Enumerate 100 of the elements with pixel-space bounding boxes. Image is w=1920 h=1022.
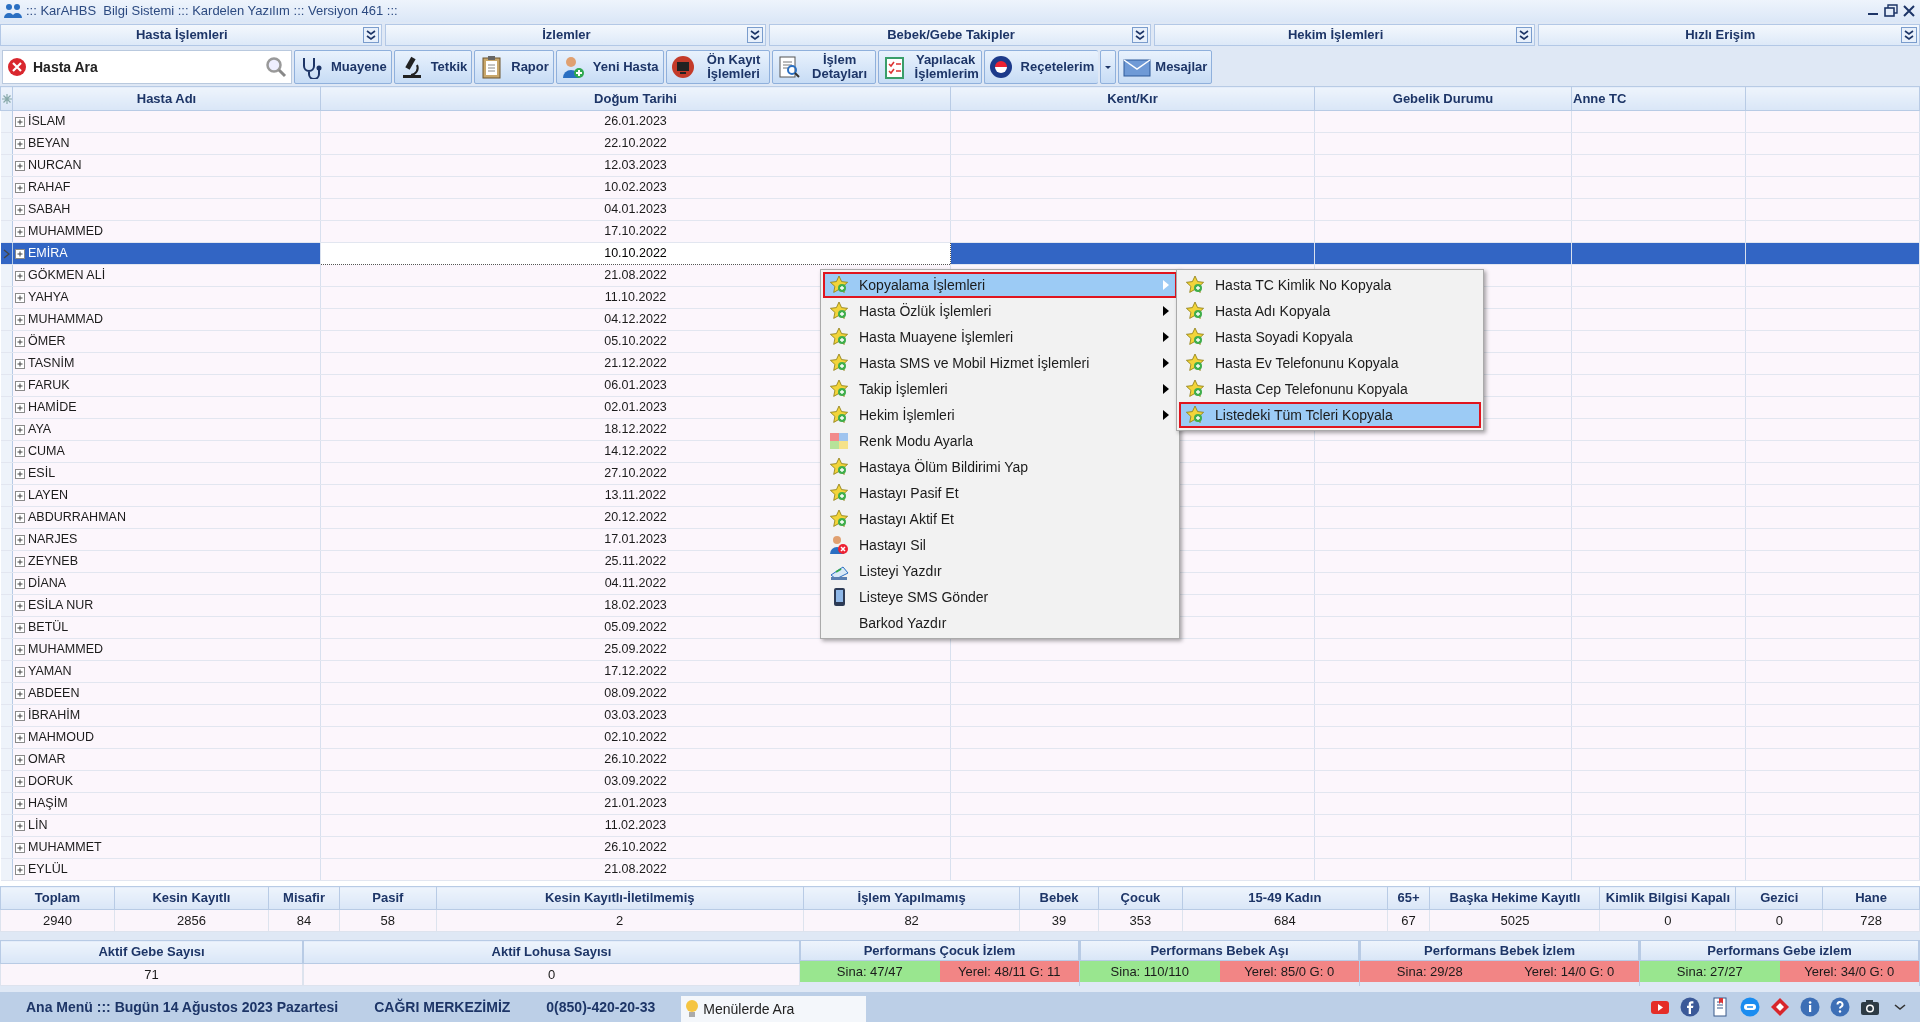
expand-button[interactable] <box>362 27 379 43</box>
close-icon[interactable] <box>1902 4 1916 18</box>
table-row[interactable]: MAHMOUD 02.10.2022 <box>0 726 1920 749</box>
stat-header: Bebek <box>1019 886 1099 909</box>
table-row[interactable]: YAMAN 17.12.2022 <box>0 660 1920 683</box>
menu-item[interactable]: Kopyalama İşlemleri <box>823 272 1177 298</box>
f-logo-icon[interactable] <box>1680 997 1700 1017</box>
expand-icon[interactable] <box>15 865 25 876</box>
table-cell: 03.09.2022 <box>320 770 951 793</box>
toolbar-button[interactable]: Ön Kayıt İşlemleri <box>665 50 770 84</box>
expand-icon[interactable] <box>15 447 25 458</box>
expand-icon[interactable] <box>15 381 25 392</box>
menu-item[interactable]: Hasta TC Kimlik No Kopyala <box>1179 272 1481 298</box>
table-cell: 17.10.2022 <box>320 220 951 243</box>
expand-icon[interactable] <box>15 337 25 348</box>
table-row[interactable]: İBRAHİM 03.03.2023 <box>0 704 1920 727</box>
expand-icon[interactable] <box>15 733 25 744</box>
expand-icon[interactable] <box>15 117 25 128</box>
info-icon[interactable] <box>1800 997 1820 1017</box>
expand-icon[interactable] <box>15 557 25 568</box>
table-row[interactable]: ABDEEN 08.09.2022 <box>0 682 1920 705</box>
patient-name: EMİRA <box>28 246 68 261</box>
toolbar-button[interactable]: İşlem Detayları <box>771 50 876 84</box>
column-header[interactable]: Kent/Kır <box>950 86 1315 111</box>
expand-icon[interactable] <box>15 513 25 524</box>
expand-button[interactable] <box>1131 27 1148 43</box>
menu-item[interactable]: Hasta Ev Telefonunu Kopyala <box>1179 350 1481 376</box>
menu-item[interactable]: Hasta Adı Kopyala <box>1179 298 1481 324</box>
column-header[interactable]: Hasta Adı <box>12 86 321 111</box>
expand-icon[interactable] <box>15 689 25 700</box>
expand-button[interactable] <box>1900 27 1917 43</box>
restore-icon[interactable] <box>1884 4 1898 18</box>
menu-item[interactable]: Hasta Cep Telefonunu Kopyala <box>1179 376 1481 402</box>
table-row[interactable]: EYLÜL 21.08.2022 <box>0 858 1920 881</box>
toolbar-button[interactable]: Muayene <box>294 50 392 84</box>
expand-icon[interactable] <box>15 601 25 612</box>
expand-icon[interactable] <box>15 161 25 172</box>
expand-icon[interactable] <box>15 425 25 436</box>
column-header[interactable]: Doğum Tarihi <box>320 86 951 111</box>
table-row[interactable]: SABAH 04.01.2023 <box>0 198 1920 221</box>
table-row[interactable]: HAŞİM 21.01.2023 <box>0 792 1920 815</box>
patient-name: NARJES <box>28 532 78 547</box>
expand-icon[interactable] <box>15 579 25 590</box>
expand-icon[interactable] <box>15 293 25 304</box>
menu-search-tab[interactable]: Menülerde Ara <box>681 996 867 1022</box>
expand-icon[interactable] <box>15 645 25 656</box>
expand-button[interactable] <box>1516 27 1533 43</box>
table-row[interactable]: RAHAF 10.02.2023 <box>0 176 1920 199</box>
expand-icon[interactable] <box>15 535 25 546</box>
expand-icon[interactable] <box>15 249 25 260</box>
expand-icon[interactable] <box>15 183 25 194</box>
expand-icon[interactable] <box>15 667 25 678</box>
table-row[interactable]: DORUK 03.09.2022 <box>0 770 1920 793</box>
expand-icon[interactable] <box>15 777 25 788</box>
expand-icon[interactable] <box>15 491 25 502</box>
table-row[interactable]: MUHAMMED 17.10.2022 <box>0 220 1920 243</box>
table-row[interactable]: LİN 11.02.2023 <box>0 814 1920 837</box>
expand-icon[interactable] <box>15 821 25 832</box>
expand-icon[interactable] <box>15 315 25 326</box>
toolbar-button[interactable]: Rapor <box>474 50 554 84</box>
menu-item[interactable]: Hasta Soyadi Kopyala <box>1179 324 1481 350</box>
table-row[interactable]: EMİRA 10.10.2022 <box>0 242 1920 265</box>
expand-icon[interactable] <box>15 403 25 414</box>
remote-link-icon[interactable] <box>1740 997 1760 1017</box>
diamond-icon[interactable] <box>1770 997 1790 1017</box>
table-row[interactable]: MUHAMMET 26.10.2022 <box>0 836 1920 859</box>
toolbar-button[interactable]: Reçetelerim <box>983 50 1099 84</box>
patient-name: YAHYA <box>28 290 69 305</box>
column-header[interactable]: Anne TC <box>1571 86 1746 111</box>
camera-icon[interactable] <box>1860 997 1880 1017</box>
performance-header: Performans Bebek Aşı <box>1080 940 1359 961</box>
toolbar-button[interactable]: Tetkik <box>393 50 473 84</box>
expand-icon[interactable] <box>15 271 25 282</box>
expand-icon[interactable] <box>15 843 25 854</box>
table-row[interactable]: BEYAN 22.10.2022 <box>0 132 1920 155</box>
column-header[interactable]: Gebelik Durumu <box>1314 86 1572 111</box>
expand-icon[interactable] <box>15 359 25 370</box>
table-row[interactable]: MUHAMMED 25.09.2022 <box>0 638 1920 661</box>
clear-icon[interactable] <box>7 57 27 77</box>
expand-icon[interactable] <box>15 711 25 722</box>
table-row[interactable]: OMAR 26.10.2022 <box>0 748 1920 771</box>
table-row[interactable]: NURCAN 12.03.2023 <box>0 154 1920 177</box>
search-icon[interactable] <box>265 56 287 78</box>
toolbar-button[interactable]: Yapılacak İşlemlerim <box>877 50 982 84</box>
expand-icon[interactable] <box>15 755 25 766</box>
expand-icon[interactable] <box>15 799 25 810</box>
star-icon <box>829 379 849 399</box>
toolbar-button[interactable]: Yeni Hasta <box>555 50 664 84</box>
toolbar-button[interactable]: Mesajlar <box>1118 50 1213 84</box>
help-icon[interactable] <box>1830 997 1850 1017</box>
expand-icon[interactable] <box>15 227 25 238</box>
table-row[interactable]: İSLAM 26.01.2023 <box>0 110 1920 133</box>
menu-item[interactable]: Listedeki Tüm Tcleri Kopyala <box>1179 402 1481 428</box>
expand-icon[interactable] <box>15 205 25 216</box>
expand-icon[interactable] <box>15 469 25 480</box>
search-box[interactable]: Hasta Ara <box>2 50 292 84</box>
expand-button[interactable] <box>747 27 764 43</box>
document-icon[interactable] <box>1710 997 1730 1017</box>
expand-icon[interactable] <box>15 623 25 634</box>
expand-icon[interactable] <box>15 139 25 150</box>
